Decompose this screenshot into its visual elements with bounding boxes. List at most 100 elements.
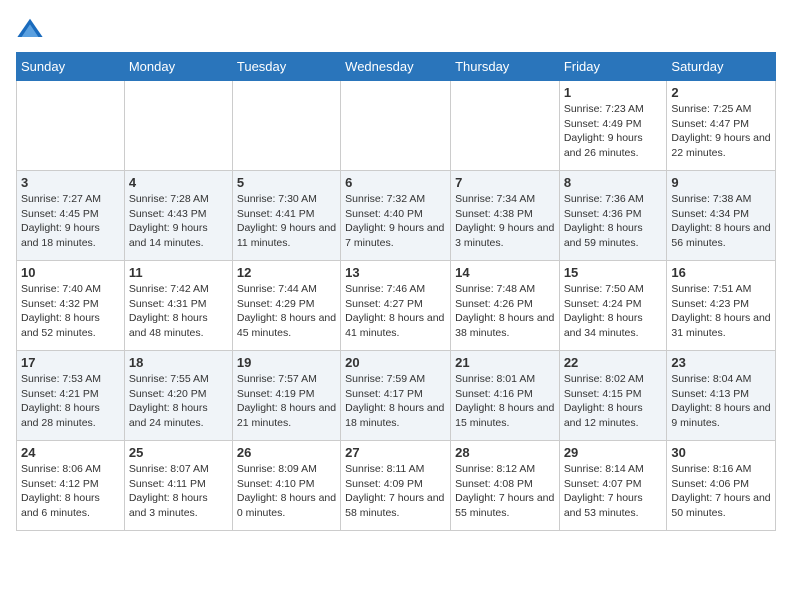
day-info: Sunrise: 7:27 AM Sunset: 4:45 PM Dayligh… xyxy=(21,192,120,251)
day-number: 10 xyxy=(21,265,120,280)
calendar-cell: 26 Sunrise: 8:09 AM Sunset: 4:10 PM Dayli… xyxy=(232,441,340,531)
weekday-header-monday: Monday xyxy=(124,53,232,81)
calendar-cell: 17 Sunrise: 7:53 AM Sunset: 4:21 PM Dayli… xyxy=(17,351,125,441)
day-number: 13 xyxy=(345,265,446,280)
day-info: Sunrise: 7:23 AM Sunset: 4:49 PM Dayligh… xyxy=(564,102,663,161)
day-info: Sunrise: 7:34 AM Sunset: 4:38 PM Dayligh… xyxy=(455,192,555,251)
day-number: 4 xyxy=(129,175,228,190)
calendar-cell: 25Sunrise: 8:07 AM Sunset: 4:11 PM Dayli… xyxy=(124,441,232,531)
calendar-cell: 18Sunrise: 7:55 AM Sunset: 4:20 PM Dayli… xyxy=(124,351,232,441)
day-info: Sunrise: 8:12 AM Sunset: 4:08 PM Dayligh… xyxy=(455,462,555,521)
day-number: 1 xyxy=(564,85,663,100)
day-info: Sunrise: 7:50 AM Sunset: 4:24 PM Dayligh… xyxy=(564,282,663,341)
day-number: 11 xyxy=(129,265,228,280)
day-number: 17 xyxy=(21,355,120,370)
weekday-header-friday: Friday xyxy=(559,53,667,81)
day-number: 12 xyxy=(237,265,336,280)
weekday-header-tuesday: Tuesday xyxy=(232,53,340,81)
calendar-cell: 15 Sunrise: 7:50 AM Sunset: 4:24 PM Dayli… xyxy=(559,261,667,351)
day-info: Sunrise: 8:11 AM Sunset: 4:09 PM Dayligh… xyxy=(345,462,446,521)
calendar-cell: 30 Sunrise: 8:16 AM Sunset: 4:06 PM Dayli… xyxy=(667,441,776,531)
day-info: Sunrise: 7:53 AM Sunset: 4:21 PM Dayligh… xyxy=(21,372,120,431)
calendar-cell: 6 Sunrise: 7:32 AM Sunset: 4:40 PM Daylig… xyxy=(341,171,451,261)
weekday-header-sunday: Sunday xyxy=(17,53,125,81)
calendar-cell: 28 Sunrise: 8:12 AM Sunset: 4:08 PM Dayli… xyxy=(451,441,560,531)
day-info: Sunrise: 7:38 AM Sunset: 4:34 PM Dayligh… xyxy=(671,192,771,251)
calendar-row: 3 Sunrise: 7:27 AM Sunset: 4:45 PM Daylig… xyxy=(17,171,776,261)
calendar-cell: 9 Sunrise: 7:38 AM Sunset: 4:34 PM Daylig… xyxy=(667,171,776,261)
day-number: 29 xyxy=(564,445,663,460)
day-info: Sunrise: 8:01 AM Sunset: 4:16 PM Dayligh… xyxy=(455,372,555,431)
day-number: 2 xyxy=(671,85,771,100)
day-info: Sunrise: 8:09 AM Sunset: 4:10 PM Dayligh… xyxy=(237,462,336,521)
day-info: Sunrise: 7:59 AM Sunset: 4:17 PM Dayligh… xyxy=(345,372,446,431)
day-info: Sunrise: 7:46 AM Sunset: 4:27 PM Dayligh… xyxy=(345,282,446,341)
weekday-header-wednesday: Wednesday xyxy=(341,53,451,81)
day-info: Sunrise: 7:57 AM Sunset: 4:19 PM Dayligh… xyxy=(237,372,336,431)
calendar-cell xyxy=(451,81,560,171)
calendar-cell: 16Sunrise: 7:51 AM Sunset: 4:23 PM Dayli… xyxy=(667,261,776,351)
day-number: 27 xyxy=(345,445,446,460)
day-number: 25 xyxy=(129,445,228,460)
day-info: Sunrise: 8:14 AM Sunset: 4:07 PM Dayligh… xyxy=(564,462,663,521)
calendar-cell: 8 Sunrise: 7:36 AM Sunset: 4:36 PM Daylig… xyxy=(559,171,667,261)
calendar-cell: 14 Sunrise: 7:48 AM Sunset: 4:26 PM Dayli… xyxy=(451,261,560,351)
calendar-cell xyxy=(232,81,340,171)
day-info: Sunrise: 8:02 AM Sunset: 4:15 PM Dayligh… xyxy=(564,372,663,431)
day-info: Sunrise: 8:16 AM Sunset: 4:06 PM Dayligh… xyxy=(671,462,771,521)
day-info: Sunrise: 8:04 AM Sunset: 4:13 PM Dayligh… xyxy=(671,372,771,431)
calendar-cell: 2 Sunrise: 7:25 AM Sunset: 4:47 PM Daylig… xyxy=(667,81,776,171)
calendar-cell: 27 Sunrise: 8:11 AM Sunset: 4:09 PM Dayli… xyxy=(341,441,451,531)
day-info: Sunrise: 7:28 AM Sunset: 4:43 PM Dayligh… xyxy=(129,192,228,251)
calendar-row: 10 Sunrise: 7:40 AM Sunset: 4:32 PM Dayli… xyxy=(17,261,776,351)
weekday-header-saturday: Saturday xyxy=(667,53,776,81)
day-info: Sunrise: 7:51 AM Sunset: 4:23 PM Dayligh… xyxy=(671,282,771,341)
day-number: 15 xyxy=(564,265,663,280)
calendar-header-row: SundayMondayTuesdayWednesdayThursdayFrid… xyxy=(17,53,776,81)
day-info: Sunrise: 7:40 AM Sunset: 4:32 PM Dayligh… xyxy=(21,282,120,341)
day-number: 14 xyxy=(455,265,555,280)
calendar-cell xyxy=(124,81,232,171)
day-info: Sunrise: 8:06 AM Sunset: 4:12 PM Dayligh… xyxy=(21,462,120,521)
day-info: Sunrise: 7:30 AM Sunset: 4:41 PM Dayligh… xyxy=(237,192,336,251)
calendar-cell: 10 Sunrise: 7:40 AM Sunset: 4:32 PM Dayli… xyxy=(17,261,125,351)
day-number: 22 xyxy=(564,355,663,370)
day-number: 28 xyxy=(455,445,555,460)
calendar-cell: 23Sunrise: 8:04 AM Sunset: 4:13 PM Dayli… xyxy=(667,351,776,441)
calendar-cell: 13 Sunrise: 7:46 AM Sunset: 4:27 PM Dayli… xyxy=(341,261,451,351)
day-number: 26 xyxy=(237,445,336,460)
calendar-cell: 3 Sunrise: 7:27 AM Sunset: 4:45 PM Daylig… xyxy=(17,171,125,261)
day-number: 20 xyxy=(345,355,446,370)
calendar-cell: 11Sunrise: 7:42 AM Sunset: 4:31 PM Dayli… xyxy=(124,261,232,351)
day-number: 9 xyxy=(671,175,771,190)
calendar-cell: 29 Sunrise: 8:14 AM Sunset: 4:07 PM Dayli… xyxy=(559,441,667,531)
calendar-cell: 5Sunrise: 7:30 AM Sunset: 4:41 PM Daylig… xyxy=(232,171,340,261)
calendar-row: 24Sunrise: 8:06 AM Sunset: 4:12 PM Dayli… xyxy=(17,441,776,531)
day-number: 8 xyxy=(564,175,663,190)
day-number: 7 xyxy=(455,175,555,190)
calendar-table: SundayMondayTuesdayWednesdayThursdayFrid… xyxy=(16,52,776,531)
day-number: 6 xyxy=(345,175,446,190)
calendar-cell: 4 Sunrise: 7:28 AM Sunset: 4:43 PM Daylig… xyxy=(124,171,232,261)
day-info: Sunrise: 7:36 AM Sunset: 4:36 PM Dayligh… xyxy=(564,192,663,251)
day-info: Sunrise: 7:32 AM Sunset: 4:40 PM Dayligh… xyxy=(345,192,446,251)
day-info: Sunrise: 7:44 AM Sunset: 4:29 PM Dayligh… xyxy=(237,282,336,341)
calendar-cell: 1 Sunrise: 7:23 AM Sunset: 4:49 PM Daylig… xyxy=(559,81,667,171)
calendar-cell: 12 Sunrise: 7:44 AM Sunset: 4:29 PM Dayli… xyxy=(232,261,340,351)
calendar-cell: 22 Sunrise: 8:02 AM Sunset: 4:15 PM Dayli… xyxy=(559,351,667,441)
day-number: 3 xyxy=(21,175,120,190)
logo xyxy=(16,16,48,44)
calendar-cell: 20 Sunrise: 7:59 AM Sunset: 4:17 PM Dayli… xyxy=(341,351,451,441)
day-info: Sunrise: 7:55 AM Sunset: 4:20 PM Dayligh… xyxy=(129,372,228,431)
page-header xyxy=(16,16,776,44)
calendar-cell: 21 Sunrise: 8:01 AM Sunset: 4:16 PM Dayli… xyxy=(451,351,560,441)
day-info: Sunrise: 7:48 AM Sunset: 4:26 PM Dayligh… xyxy=(455,282,555,341)
day-number: 21 xyxy=(455,355,555,370)
day-info: Sunrise: 7:25 AM Sunset: 4:47 PM Dayligh… xyxy=(671,102,771,161)
day-number: 30 xyxy=(671,445,771,460)
calendar-cell xyxy=(17,81,125,171)
weekday-header-thursday: Thursday xyxy=(451,53,560,81)
calendar-cell xyxy=(341,81,451,171)
day-number: 19 xyxy=(237,355,336,370)
logo-icon xyxy=(16,16,44,44)
